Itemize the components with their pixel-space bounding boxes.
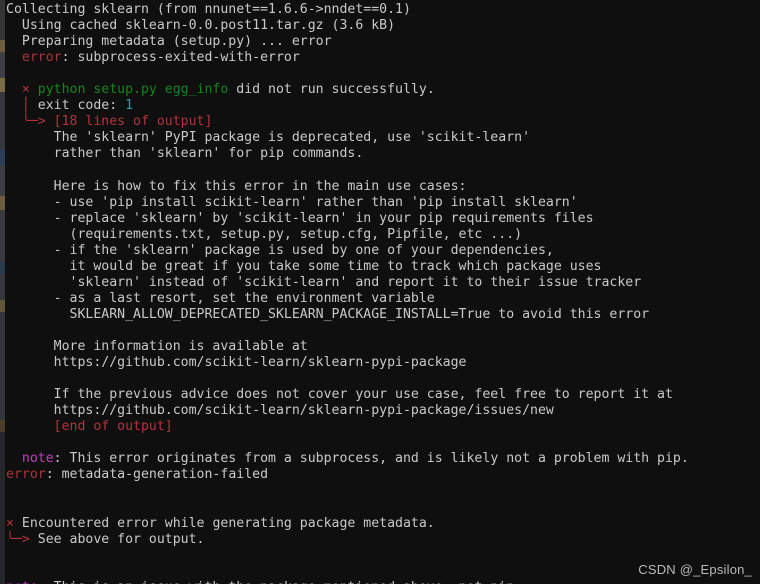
output-line: Here is how to fix this error in the mai… bbox=[0, 179, 760, 195]
output-line: rather than 'sklearn' for pip commands. bbox=[0, 146, 760, 162]
output-line-env-var: SKLEARN_ALLOW_DEPRECATED_SKLEARN_PACKAGE… bbox=[0, 307, 760, 323]
line-text: did not run successfully. bbox=[228, 82, 435, 98]
arrow-guide-icon: ╰─> bbox=[6, 114, 54, 130]
error-keyword: error bbox=[6, 50, 62, 66]
error-keyword: error bbox=[6, 467, 46, 483]
output-line-lines-of-output: ╰─> [18 lines of output] bbox=[0, 114, 760, 130]
line-text: Encountered error while generating packa… bbox=[21, 515, 435, 531]
output-line: The 'sklearn' PyPI package is deprecated… bbox=[0, 130, 760, 146]
line-text: - use 'pip install scikit-learn' rather … bbox=[6, 194, 578, 210]
line-text: 'sklearn' instead of 'scikit-learn' and … bbox=[6, 274, 642, 290]
line-text: : subprocess-exited-with-error bbox=[61, 50, 300, 66]
output-line-end-of-output: [end of output] bbox=[0, 419, 760, 435]
line-text: - as a last resort, set the environment … bbox=[6, 290, 435, 306]
terminal-window: Collecting sklearn (from nnunet==1.6.6->… bbox=[0, 0, 760, 584]
output-line: Using cached sklearn-0.0.post11.tar.gz (… bbox=[0, 18, 760, 34]
line-text: More information is available at bbox=[6, 338, 308, 354]
line-text: If the previous advice does not cover yo… bbox=[6, 387, 673, 403]
output-line-encountered-error: × Encountered error while generating pac… bbox=[0, 516, 760, 532]
output-line: 'sklearn' instead of 'scikit-learn' and … bbox=[0, 275, 760, 291]
output-line: - as a last resort, set the environment … bbox=[0, 291, 760, 307]
terminal-output-area[interactable]: Collecting sklearn (from nnunet==1.6.6->… bbox=[0, 0, 760, 584]
line-text: (requirements.txt, setup.py, setup.cfg, … bbox=[6, 226, 523, 242]
line-text: : This is an issue with the package ment… bbox=[38, 580, 522, 584]
line-text: https://github.com/scikit-learn/sklearn-… bbox=[6, 403, 554, 419]
output-line: (requirements.txt, setup.py, setup.cfg, … bbox=[0, 227, 760, 243]
output-line-url: https://github.com/scikit-learn/sklearn-… bbox=[0, 355, 760, 371]
exit-code-value: 1 bbox=[125, 98, 134, 114]
line-text: Preparing metadata (setup.py) ... error bbox=[6, 34, 332, 50]
output-line-error: error: metadata-generation-failed bbox=[0, 467, 760, 483]
output-line-note: note: This is an issue with the package … bbox=[0, 580, 760, 584]
end-of-output-label: [end of output] bbox=[6, 419, 173, 435]
output-line: Preparing metadata (setup.py) ... error bbox=[0, 34, 760, 50]
output-line: Collecting sklearn (from nnunet==1.6.6->… bbox=[0, 2, 760, 18]
line-text: SKLEARN_ALLOW_DEPRECATED_SKLEARN_PACKAGE… bbox=[6, 306, 650, 322]
watermark: CSDN @_Epsilon_ bbox=[638, 561, 752, 577]
line-text: it would be great if you take some time … bbox=[6, 258, 602, 274]
line-text: - if the 'sklearn' package is used by on… bbox=[6, 242, 554, 258]
cross-icon: × bbox=[6, 82, 38, 98]
output-line: If the previous advice does not cover yo… bbox=[0, 387, 760, 403]
output-line-exit-code: │ exit code: 1 bbox=[0, 98, 760, 114]
pipe-guide-icon: │ bbox=[6, 98, 38, 114]
line-text: exit code: bbox=[37, 98, 126, 114]
line-text: Collecting sklearn (from nnunet==1.6.6->… bbox=[6, 2, 411, 17]
output-line: it would be great if you take some time … bbox=[0, 259, 760, 275]
output-line-see-above: ╰─> See above for output. bbox=[0, 532, 760, 548]
note-keyword: note bbox=[6, 580, 38, 584]
line-text: rather than 'sklearn' for pip commands. bbox=[6, 146, 364, 162]
arrow-guide-icon: ╰─> bbox=[6, 531, 38, 547]
line-text: See above for output. bbox=[37, 531, 205, 547]
output-line-command-failed: × python setup.py egg_info did not run s… bbox=[0, 82, 760, 98]
output-line-error: error: subprocess-exited-with-error bbox=[0, 50, 760, 66]
lines-of-output-label: [18 lines of output] bbox=[53, 114, 213, 130]
line-text: - replace 'sklearn' by 'scikit-learn' in… bbox=[6, 210, 594, 226]
cross-icon: × bbox=[6, 515, 22, 531]
note-keyword: note bbox=[6, 451, 54, 467]
output-line-note: note: This error originates from a subpr… bbox=[0, 451, 760, 467]
output-line: - if the 'sklearn' package is used by on… bbox=[0, 243, 760, 259]
line-text: : This error originates from a subproces… bbox=[53, 451, 689, 467]
output-line: - replace 'sklearn' by 'scikit-learn' in… bbox=[0, 211, 760, 227]
line-text: https://github.com/scikit-learn/sklearn-… bbox=[6, 355, 467, 371]
output-line: - use 'pip install scikit-learn' rather … bbox=[0, 195, 760, 211]
line-text: : metadata-generation-failed bbox=[45, 467, 269, 483]
line-text: The 'sklearn' PyPI package is deprecated… bbox=[6, 130, 531, 146]
command-text: python setup.py egg_info bbox=[37, 82, 229, 98]
line-text: Using cached sklearn-0.0.post11.tar.gz (… bbox=[6, 18, 396, 34]
line-text: Here is how to fix this error in the mai… bbox=[6, 178, 467, 194]
output-line: More information is available at bbox=[0, 339, 760, 355]
output-line-url: https://github.com/scikit-learn/sklearn-… bbox=[0, 403, 760, 419]
background-window-sliver bbox=[0, 0, 5, 584]
